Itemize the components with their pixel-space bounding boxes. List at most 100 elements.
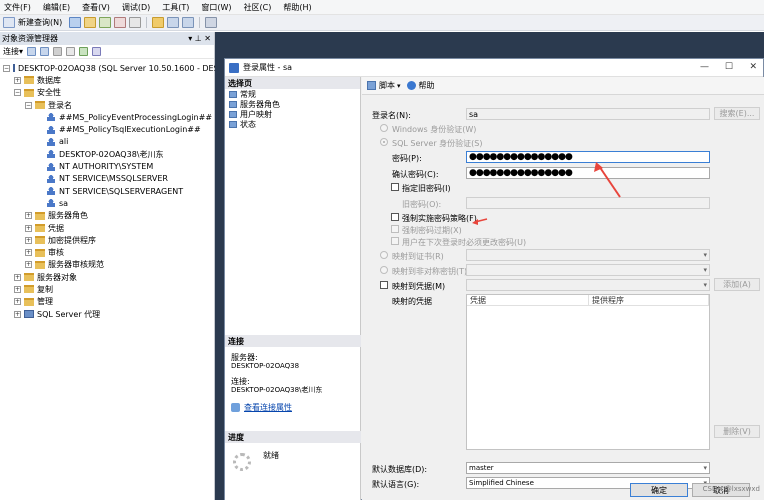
tree-node[interactable]: + 凭据 bbox=[0, 222, 214, 234]
disconnect-icon[interactable] bbox=[40, 47, 50, 56]
remove-credential-button[interactable]: 删除(V) bbox=[714, 425, 760, 438]
expand-icon[interactable]: + bbox=[25, 261, 32, 269]
tree-node[interactable]: + SQL Server 代理 bbox=[0, 308, 214, 320]
old-password-input[interactable] bbox=[466, 197, 710, 209]
asymmetric-key-select[interactable]: ▾ bbox=[466, 264, 710, 276]
tree-node-label: DESKTOP-02OAQ38\老川东 bbox=[59, 149, 164, 159]
tree-node[interactable]: NT SERVICE\SQLSERVERAGENT bbox=[0, 185, 214, 197]
page-server-roles[interactable]: 服务器角色 bbox=[225, 99, 360, 109]
user-icon bbox=[46, 162, 56, 171]
map-certificate-radio[interactable] bbox=[380, 251, 388, 259]
tree-node[interactable]: + 服务器审核规范 bbox=[0, 259, 214, 271]
menu-bar: 文件(F) 编辑(E) 查看(V) 调试(D) 工具(T) 窗口(W) 社区(C… bbox=[0, 0, 764, 15]
expand-icon[interactable]: + bbox=[25, 224, 32, 232]
tree-node[interactable]: + 加密提供程序 bbox=[0, 234, 214, 246]
stop-icon[interactable] bbox=[53, 47, 63, 56]
credential-select[interactable]: ▾ bbox=[466, 279, 710, 291]
sql-auth-radio[interactable] bbox=[380, 138, 388, 146]
minimize-button[interactable]: — bbox=[700, 62, 709, 72]
page-user-mapping[interactable]: 用户映射 bbox=[225, 109, 360, 119]
tree-node[interactable]: − DESKTOP-02OAQ38 (SQL Server 10.50.1600 … bbox=[0, 62, 228, 74]
menu-edit[interactable]: 编辑(E) bbox=[43, 2, 70, 13]
password-input[interactable]: ●●●●●●●●●●●●●●● bbox=[466, 151, 710, 163]
summary-icon[interactable] bbox=[92, 47, 102, 56]
xmla-query-icon[interactable] bbox=[129, 17, 142, 28]
tree-node[interactable]: NT AUTHORITY\SYSTEM bbox=[0, 160, 214, 172]
connect-icon[interactable] bbox=[27, 47, 37, 56]
login-name-input[interactable]: sa bbox=[466, 108, 710, 120]
must-change-password-checkbox[interactable] bbox=[391, 237, 399, 245]
close-button[interactable]: ✕ bbox=[749, 62, 757, 72]
page-general[interactable]: 常规 bbox=[225, 89, 360, 99]
provider-column-header[interactable]: 提供程序 bbox=[589, 295, 709, 306]
certificate-select[interactable]: ▾ bbox=[466, 249, 710, 261]
credential-column-header[interactable]: 凭据 bbox=[467, 295, 589, 306]
new-query-button[interactable]: 新建查询(N) bbox=[18, 17, 62, 28]
analysis-query-icon[interactable] bbox=[84, 17, 97, 28]
enforce-password-expiration-checkbox[interactable] bbox=[391, 225, 399, 233]
tree-node[interactable]: + 管理 bbox=[0, 296, 214, 308]
menu-window[interactable]: 窗口(W) bbox=[201, 2, 231, 13]
expand-icon[interactable]: + bbox=[25, 249, 32, 257]
ok-button[interactable]: 确定 bbox=[630, 483, 688, 497]
activity-monitor-icon[interactable] bbox=[205, 17, 218, 28]
tree-node[interactable]: ali bbox=[0, 136, 214, 148]
collapse-icon[interactable]: − bbox=[3, 64, 10, 72]
connect-button[interactable]: 连接▾ bbox=[3, 46, 23, 57]
tree-node[interactable]: sa bbox=[0, 197, 214, 209]
menu-file[interactable]: 文件(F) bbox=[4, 2, 31, 13]
expand-icon[interactable]: + bbox=[14, 298, 21, 306]
tree-node[interactable]: DESKTOP-02OAQ38\老川东 bbox=[0, 148, 214, 160]
menu-help[interactable]: 帮助(H) bbox=[283, 2, 311, 13]
tree-node[interactable]: + 复制 bbox=[0, 283, 214, 295]
collapse-icon[interactable]: − bbox=[25, 101, 32, 109]
refresh-icon[interactable] bbox=[79, 47, 89, 56]
tree-node[interactable]: − 登录名 bbox=[0, 99, 214, 111]
tree-node[interactable]: + 审核 bbox=[0, 246, 214, 258]
expand-icon[interactable]: + bbox=[14, 76, 21, 84]
tree-node[interactable]: ##MS_PolicyEventProcessingLogin## bbox=[0, 111, 214, 123]
collapse-icon[interactable]: − bbox=[14, 89, 21, 97]
tree-node[interactable]: + 服务器角色 bbox=[0, 210, 214, 222]
menu-tools[interactable]: 工具(T) bbox=[162, 2, 189, 13]
confirm-password-input[interactable]: ●●●●●●●●●●●●●●● bbox=[466, 167, 710, 179]
save-icon[interactable] bbox=[167, 17, 180, 28]
map-asymmetric-key-radio[interactable] bbox=[380, 266, 388, 274]
menu-community[interactable]: 社区(C) bbox=[244, 2, 272, 13]
database-engine-query-icon[interactable] bbox=[69, 17, 82, 28]
new-query-icon[interactable] bbox=[3, 17, 15, 28]
search-button[interactable]: 搜索(E)... bbox=[714, 107, 760, 120]
maximize-button[interactable]: ☐ bbox=[725, 62, 733, 72]
tree-node[interactable]: + 服务器对象 bbox=[0, 271, 214, 283]
specify-old-password-checkbox[interactable] bbox=[391, 183, 399, 191]
expand-icon[interactable]: + bbox=[25, 236, 32, 244]
help-button[interactable]: 帮助 bbox=[406, 80, 435, 91]
filter-icon[interactable] bbox=[66, 47, 76, 56]
view-connection-properties-link[interactable]: 查看连接属性 bbox=[244, 403, 292, 412]
tree-node[interactable]: ##MS_PolicyTsqlExecutionLogin## bbox=[0, 123, 214, 135]
menu-view[interactable]: 查看(V) bbox=[82, 2, 110, 13]
add-credential-button[interactable]: 添加(A) bbox=[714, 278, 760, 291]
expand-icon[interactable]: + bbox=[14, 310, 21, 318]
default-database-select[interactable]: master ▾ bbox=[466, 462, 710, 474]
tree-node[interactable]: + 数据库 bbox=[0, 74, 214, 86]
save-all-icon[interactable] bbox=[182, 17, 195, 28]
dmx-query-icon[interactable] bbox=[114, 17, 127, 28]
expand-icon[interactable]: + bbox=[14, 273, 21, 281]
page-status[interactable]: 状态 bbox=[225, 119, 360, 129]
open-file-icon[interactable] bbox=[152, 17, 165, 28]
windows-auth-radio[interactable] bbox=[380, 124, 388, 132]
menu-debug[interactable]: 调试(D) bbox=[122, 2, 150, 13]
expand-icon[interactable]: + bbox=[14, 285, 21, 293]
tree-node[interactable]: NT SERVICE\MSSQLSERVER bbox=[0, 173, 214, 185]
tree-node[interactable]: − 安全性 bbox=[0, 87, 214, 99]
default-database-label: 默认数据库(D): bbox=[372, 465, 428, 474]
expand-icon[interactable]: + bbox=[25, 212, 32, 220]
mdx-query-icon[interactable] bbox=[99, 17, 112, 28]
mapped-credentials-grid[interactable]: 凭据 提供程序 bbox=[466, 294, 710, 450]
script-button[interactable]: 脚本 ▾ bbox=[367, 80, 401, 91]
map-credential-checkbox[interactable] bbox=[380, 281, 388, 289]
enforce-password-policy-checkbox[interactable] bbox=[391, 213, 399, 221]
panel-window-controls[interactable]: ▾ ⊥ ✕ bbox=[188, 34, 211, 43]
